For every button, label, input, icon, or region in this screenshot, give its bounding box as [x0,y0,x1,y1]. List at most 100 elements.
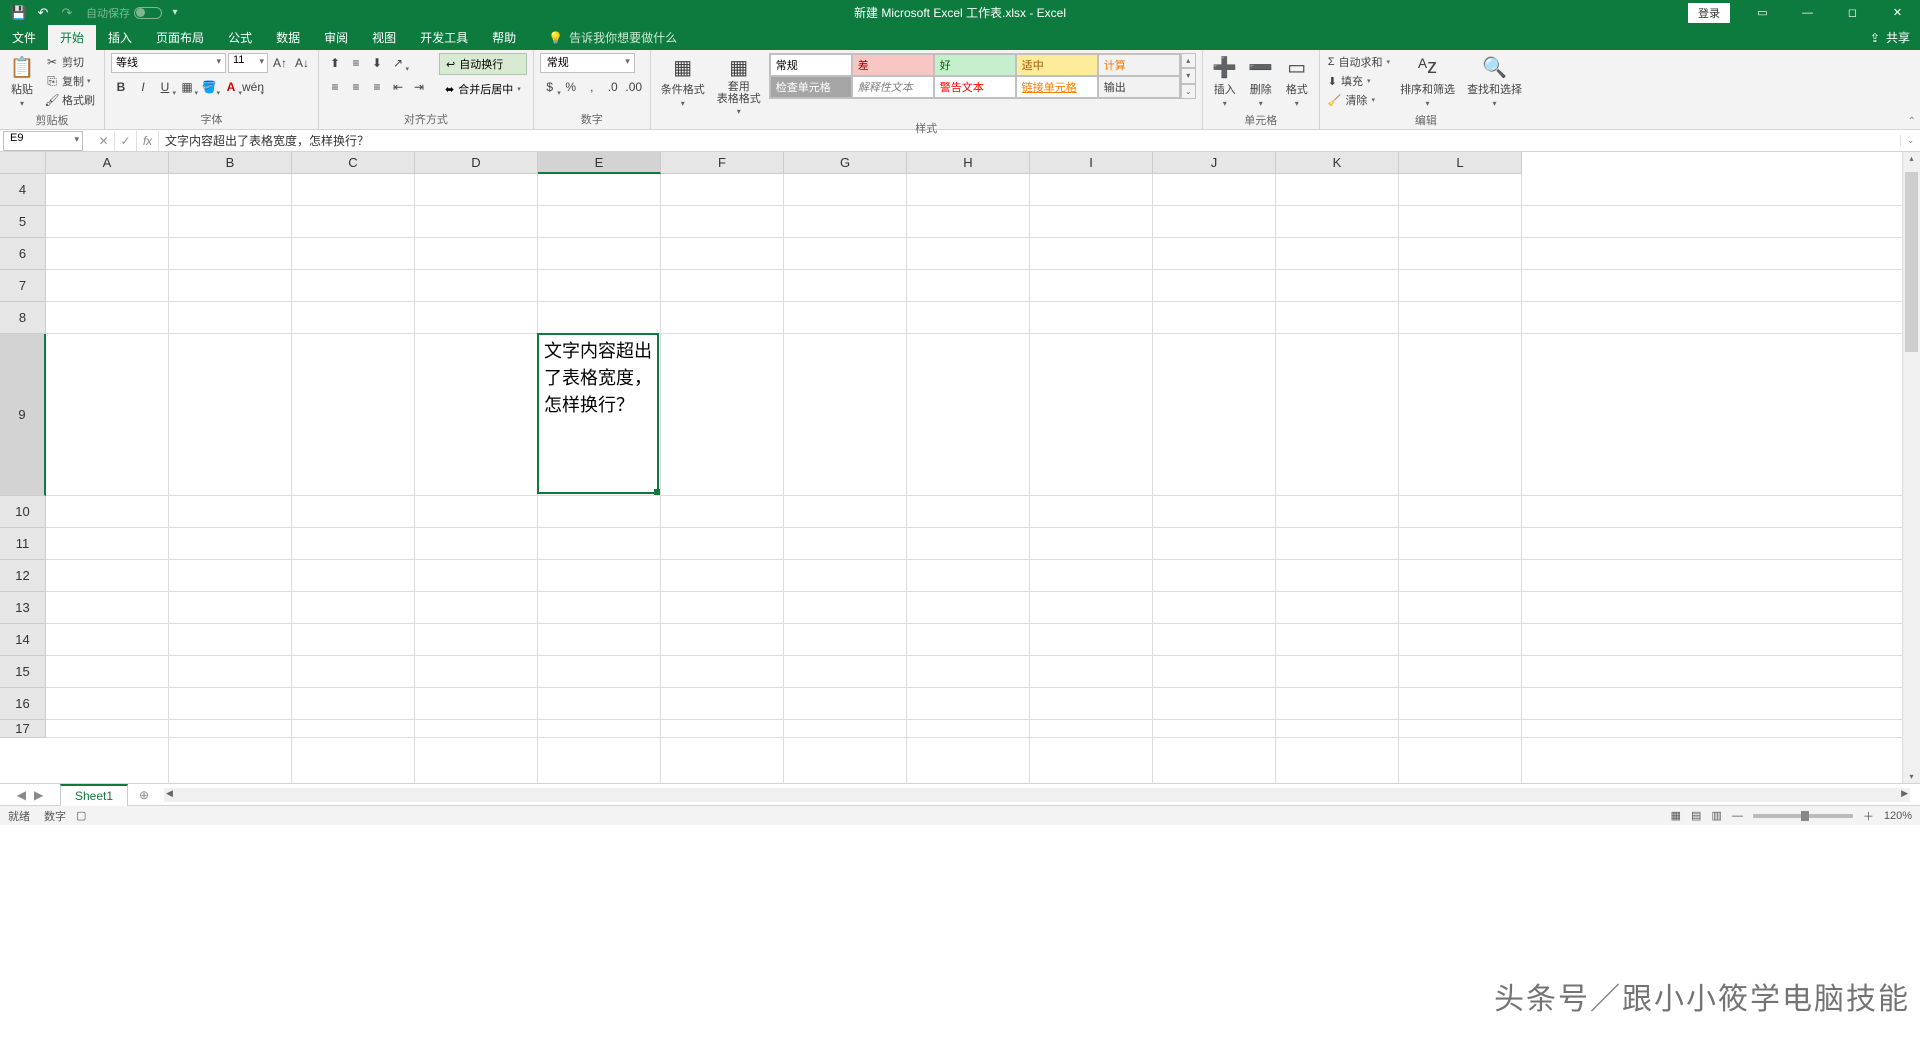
autosum-button[interactable]: Σ自动求和▾ [1326,53,1392,71]
row-header[interactable]: 7 [0,270,46,302]
insert-cells-button[interactable]: ➕插入▾ [1209,53,1241,110]
column-header[interactable]: K [1276,152,1399,174]
style-cell[interactable]: 检查单元格 [770,76,852,98]
align-center-icon[interactable]: ≡ [346,77,366,97]
active-cell[interactable]: 文字内容超出了表格宽度，怎样换行？ [537,333,659,494]
underline-icon[interactable]: U [155,77,175,97]
style-cell[interactable]: 适中 [1016,54,1098,76]
fill-color-icon[interactable]: 🪣 [199,77,219,97]
sort-filter-button[interactable]: ᴬᴢ排序和筛选▾ [1396,53,1459,110]
add-sheet-icon[interactable]: ⊕ [134,788,154,802]
paste-button[interactable]: 📋 粘贴 ▾ [6,53,38,110]
row-header[interactable]: 11 [0,528,46,560]
row-header[interactable]: 10 [0,496,46,528]
italic-icon[interactable]: I [133,77,153,97]
menu-tab-数据[interactable]: 数据 [264,25,312,50]
row-header[interactable]: 6 [0,238,46,270]
menu-tab-帮助[interactable]: 帮助 [480,25,528,50]
column-header[interactable]: J [1153,152,1276,174]
delete-cells-button[interactable]: ➖删除▾ [1245,53,1277,110]
find-select-button[interactable]: 🔍查找和选择▾ [1463,53,1526,110]
share-button[interactable]: 共享 [1886,29,1910,46]
phonetic-icon[interactable]: wén [243,77,263,97]
align-left-icon[interactable]: ≡ [325,77,345,97]
conditional-format-button[interactable]: ▦条件格式▾ [657,53,709,110]
copy-button[interactable]: ⎘复制▾ [42,72,98,90]
cell-styles-gallery[interactable]: 常规差好适中计算检查单元格解释性文本警告文本链接单元格输出 [769,53,1181,99]
column-header[interactable]: L [1399,152,1522,174]
undo-icon[interactable]: ↶ [32,2,54,24]
collapse-ribbon-icon[interactable]: ⌃ [1908,116,1916,127]
style-cell[interactable]: 输出 [1098,76,1180,98]
tell-me-search[interactable]: 💡 告诉我你想要做什么 [548,25,677,50]
menu-tab-页面布局[interactable]: 页面布局 [144,25,216,50]
select-all-corner[interactable] [0,152,46,174]
menu-tab-插入[interactable]: 插入 [96,25,144,50]
column-header[interactable]: D [415,152,538,174]
zoom-level[interactable]: 120% [1884,810,1912,822]
scroll-up-icon[interactable]: ▴ [1181,53,1196,68]
align-top-icon[interactable]: ⬆ [325,53,345,73]
row-header[interactable]: 4 [0,174,46,206]
spreadsheet-grid[interactable]: ABCDEFGHIJKL 4567891011121314151617 文字内容… [0,152,1920,783]
cut-button[interactable]: ✂剪切 [42,53,98,71]
fx-icon[interactable]: fx [137,131,159,151]
expand-formula-bar-icon[interactable]: ⌄ [1900,135,1920,146]
cells-area[interactable]: 文字内容超出了表格宽度，怎样换行？ [46,174,1902,783]
style-cell[interactable]: 解释性文本 [852,76,934,98]
orientation-icon[interactable]: ↗ [388,53,408,73]
close-icon[interactable]: ✕ [1875,0,1920,25]
save-icon[interactable]: 💾 [8,2,30,24]
wrap-text-button[interactable]: ↩自动换行 [439,53,527,75]
decrease-indent-icon[interactable]: ⇤ [388,77,408,97]
prev-sheet-icon[interactable]: ◀ [17,788,26,802]
merge-center-button[interactable]: ⬌合并后居中▾ [439,79,527,99]
scroll-thumb[interactable] [1905,172,1918,352]
cancel-formula-icon[interactable]: ✕ [93,131,115,151]
ribbon-display-icon[interactable]: ▭ [1740,0,1785,25]
style-cell[interactable]: 链接单元格 [1016,76,1098,98]
column-header[interactable]: G [784,152,907,174]
font-size-select[interactable]: 11 [228,53,268,73]
menu-tab-开发工具[interactable]: 开发工具 [408,25,480,50]
column-header[interactable]: E [538,152,661,174]
menu-tab-公式[interactable]: 公式 [216,25,264,50]
border-icon[interactable]: ▦ [177,77,197,97]
name-box[interactable]: E9 [3,131,83,151]
align-right-icon[interactable]: ≡ [367,77,387,97]
row-header[interactable]: 12 [0,560,46,592]
row-header[interactable]: 8 [0,302,46,334]
redo-icon[interactable]: ↷ [56,2,78,24]
increase-font-icon[interactable]: A↑ [270,53,290,73]
zoom-out-icon[interactable]: — [1732,810,1743,822]
zoom-slider[interactable] [1753,814,1853,818]
menu-tab-审阅[interactable]: 审阅 [312,25,360,50]
row-header[interactable]: 5 [0,206,46,238]
autosave-toggle[interactable]: 自动保存 [86,5,162,21]
macro-record-icon[interactable]: ▢ [76,809,86,822]
decrease-decimal-icon[interactable]: .00 [624,77,644,97]
maximize-icon[interactable]: ◻ [1830,0,1875,25]
style-cell[interactable]: 好 [934,54,1016,76]
style-cell[interactable]: 计算 [1098,54,1180,76]
row-header[interactable]: 15 [0,656,46,688]
increase-decimal-icon[interactable]: .0 [603,77,623,97]
format-cells-button[interactable]: ▭格式▾ [1281,53,1313,110]
qat-customize-icon[interactable]: ▾ [164,2,186,24]
row-header[interactable]: 16 [0,688,46,720]
row-header[interactable]: 9 [0,334,46,496]
view-normal-icon[interactable]: ▦ [1671,809,1681,822]
style-cell[interactable]: 常规 [770,54,852,76]
fill-button[interactable]: ⬇填充▾ [1326,72,1392,90]
row-header[interactable]: 14 [0,624,46,656]
align-bottom-icon[interactable]: ⬇ [367,53,387,73]
expand-gallery-icon[interactable]: ⌄ [1181,84,1196,99]
bold-icon[interactable]: B [111,77,131,97]
next-sheet-icon[interactable]: ▶ [34,788,43,802]
column-header[interactable]: B [169,152,292,174]
format-painter-button[interactable]: 🖌格式刷 [42,91,98,109]
sheet-nav[interactable]: ◀▶ [0,788,60,802]
number-format-select[interactable]: 常规 [540,53,635,73]
row-header[interactable]: 13 [0,592,46,624]
enter-formula-icon[interactable]: ✓ [115,131,137,151]
